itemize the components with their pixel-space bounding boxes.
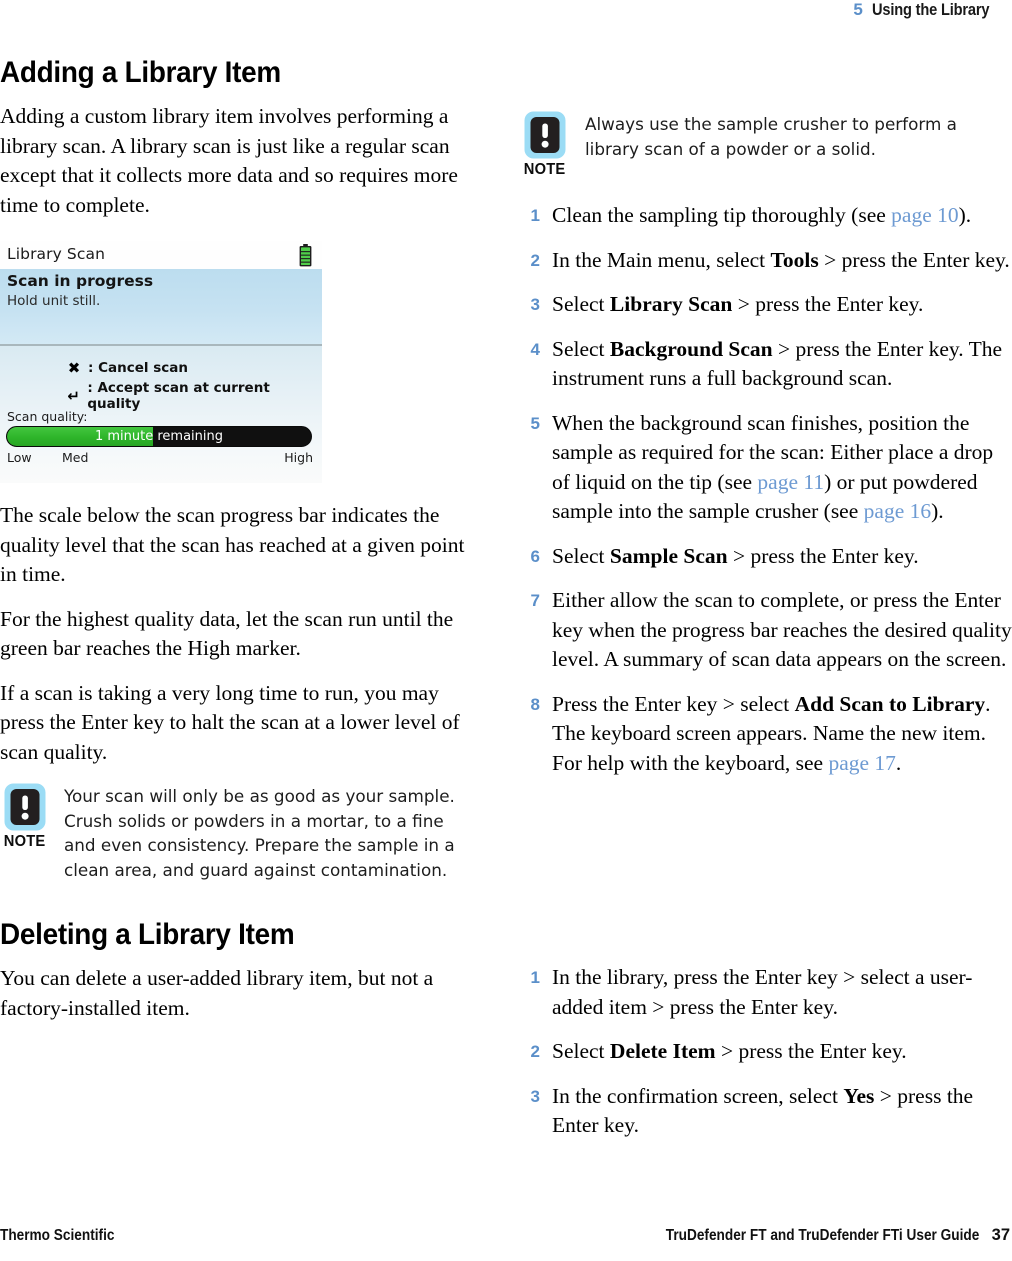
note-callout-right: NOTE Always use the sample crusher to pe… [519, 110, 1012, 179]
step-text: Either allow the scan to complete, or pr… [552, 588, 1012, 671]
battery-full-icon [299, 244, 312, 267]
body-paragraph-3: If a scan is taking a very long time to … [0, 680, 460, 764]
enter-key-icon: ↵ [67, 387, 80, 405]
step-text: Select Sample Scan > press the Enter key… [552, 543, 919, 568]
note-label: NOTE [4, 833, 46, 850]
note-badge: NOTE [0, 782, 50, 851]
step-number: 2 [530, 1042, 540, 1061]
scale-label-low: Low [7, 450, 32, 465]
device-banner-title: Scan in progress [7, 272, 154, 290]
exclamation-note-icon [524, 111, 566, 159]
step-text: Select Delete Item > press the Enter key… [552, 1039, 907, 1063]
list-item: 4 Select Background Scan > press the Ente… [519, 335, 1012, 394]
section-title-deleting: Deleting a Library Item [0, 918, 295, 951]
x-cancel-icon: ✖ [67, 359, 81, 377]
device-screenshot-figure: Library Scan Scan in progress Hold unit … [0, 241, 322, 483]
left-column: Adding a Library Item Adding a custom li… [0, 56, 478, 882]
step-number: 5 [530, 413, 540, 433]
chapter-number: 5 [853, 0, 863, 19]
device-key-accept: ↵ : Accept scan at current quality [60, 380, 322, 412]
footer-page-number: 37 [991, 1226, 1010, 1244]
step-number: 3 [530, 1086, 540, 1106]
deleting-intro-paragraph: You can delete a user-added library item… [0, 966, 434, 1020]
step-number: 8 [530, 694, 540, 714]
footer-guide-title: TruDefender FT and TruDefender FTi User … [666, 1227, 980, 1244]
right-column: NOTE Always use the sample crusher to pe… [519, 110, 1012, 778]
step-text: In the library, press the Enter key > se… [552, 965, 973, 1019]
step-text: Select Background Scan > press the Enter… [552, 336, 1003, 391]
note-badge: NOTE [519, 110, 571, 179]
list-item: 2 Select Delete Item > press the Enter ke… [519, 1037, 1012, 1067]
note-text: Your scan will only be as good as your s… [64, 786, 455, 880]
list-item: 5 When the background scan finishes, posi… [519, 409, 1012, 527]
body-paragraph-1: The scale below the scan progress bar in… [0, 503, 465, 586]
step-text: In the confirmation screen, select Yes >… [552, 1083, 974, 1138]
step-number: 6 [530, 546, 540, 566]
page-footer: Thermo Scientific TruDefender FT and Tru… [0, 1226, 1010, 1245]
note-callout-left: NOTE Your scan will only be as good as y… [0, 782, 478, 882]
procedure-list-deleting: 1 In the library, press the Enter key > s… [519, 963, 1012, 1141]
page-title: Adding a Library Item [0, 56, 281, 89]
device-key-cancel-label: : Cancel scan [88, 360, 188, 376]
note-label: NOTE [524, 161, 566, 178]
note-text: Always use the sample crusher to perform… [585, 114, 957, 159]
step-number: 3 [530, 295, 540, 314]
device-quality-label: Scan quality: [7, 409, 88, 424]
list-item: 1 In the library, press the Enter key > s… [519, 963, 1012, 1022]
procedure-list-adding: 1 Clean the sampling tip thoroughly (see … [519, 201, 1012, 778]
scan-progress-text: 1 minute remaining [94, 429, 224, 444]
step-text: Select Library Scan > press the Enter ke… [552, 292, 924, 316]
list-item: 7 Either allow the scan to complete, or p… [519, 586, 1012, 675]
lower-left-column: Deleting a Library Item You can delete a… [0, 918, 478, 1038]
scan-progress-bar: 1 minute remaining [6, 426, 312, 447]
list-item: 1 Clean the sampling tip thoroughly (see … [519, 201, 1012, 231]
list-item: 3 Select Library Scan > press the Enter k… [519, 290, 1012, 320]
list-item: 6 Select Sample Scan > press the Enter ke… [519, 542, 1012, 572]
device-banner-subtitle: Hold unit still. [7, 293, 101, 309]
footer-brand: Thermo Scientific [0, 1227, 115, 1244]
scale-label-med: Med [62, 450, 89, 465]
running-header: 5 Using the Library [853, 0, 1008, 20]
footer-right: TruDefender FT and TruDefender FTi User … [623, 1226, 1010, 1245]
device-banner: Scan in progress Hold unit still. [0, 269, 322, 344]
lower-right-column: 1 In the library, press the Enter key > s… [519, 963, 1012, 1141]
device-screen-title: Library Scan [7, 245, 106, 263]
body-paragraph-2: For the highest quality data, let the sc… [0, 606, 454, 661]
step-number: 1 [530, 968, 540, 987]
scale-label-high: High [284, 450, 313, 465]
step-number: 2 [530, 250, 540, 270]
step-number: 1 [530, 206, 540, 225]
step-number: 4 [530, 339, 540, 359]
intro-paragraph: Adding a custom library item involves pe… [0, 104, 458, 217]
step-text: In the Main menu, select Tools > press t… [552, 247, 1010, 272]
step-text: Clean the sampling tip thoroughly (see p… [552, 203, 972, 227]
device-key-accept-label: : Accept scan at current quality [87, 380, 270, 412]
list-item: 3 In the confirmation screen, select Yes … [519, 1082, 1012, 1141]
exclamation-note-icon [4, 783, 46, 831]
list-item: 2 In the Main menu, select Tools > press … [519, 246, 1012, 276]
step-text: Press the Enter key > select Add Scan to… [552, 691, 991, 775]
step-number: 7 [530, 591, 540, 610]
device-key-cancel: ✖ : Cancel scan [60, 359, 188, 377]
list-item: 8 Press the Enter key > select Add Scan t… [519, 690, 1012, 779]
step-text: When the background scan finishes, posit… [552, 410, 994, 524]
chapter-title: Using the Library [871, 0, 989, 19]
